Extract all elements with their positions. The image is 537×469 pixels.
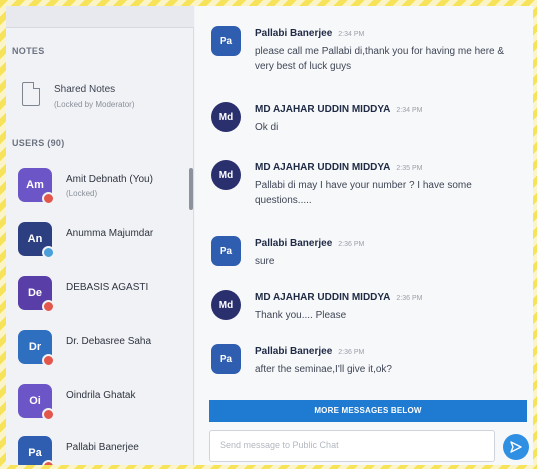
shared-notes-subtitle: (Locked by Moderator) xyxy=(54,100,135,109)
user-name: Pallabi Banerjee xyxy=(66,442,139,453)
status-icon xyxy=(42,300,55,313)
shared-notes-item[interactable]: Shared Notes (Locked by Moderator) xyxy=(18,78,188,118)
sender-name: MD AJAHAR UDDIN MIDDYA xyxy=(255,162,391,173)
notes-section-label: NOTES xyxy=(12,46,45,56)
chat-message-input[interactable] xyxy=(220,440,484,450)
sidebar-scrollbar[interactable] xyxy=(189,168,193,210)
avatar: Md xyxy=(211,102,241,132)
user-list-item[interactable]: An Anumma Majumdar xyxy=(18,218,190,266)
user-name: Anumma Majumdar xyxy=(66,228,154,239)
message-sender: Pallabi Banerjee 2:34 PM xyxy=(255,28,364,39)
avatar: Md xyxy=(211,290,241,320)
sender-name: Pallabi Banerjee xyxy=(255,28,333,39)
user-list-item[interactable]: Am Amit Debnath (You) (Locked) xyxy=(18,164,190,212)
user-name: Amit Debnath (You) xyxy=(66,174,153,185)
avatar: Pa xyxy=(211,236,241,266)
sidebar-top-bar xyxy=(6,6,194,28)
message-text: please call me Pallabi di,thank you for … xyxy=(255,46,505,72)
app-window: NOTES Shared Notes (Locked by Moderator)… xyxy=(6,6,533,465)
user-list-item[interactable]: De DEBASIS AGASTI xyxy=(18,272,190,320)
more-messages-button[interactable]: MORE MESSAGES BELOW xyxy=(209,400,527,422)
message-time: 2:35 PM xyxy=(396,165,423,172)
message-sender: Pallabi Banerjee 2:36 PM xyxy=(255,238,364,249)
sender-name: Pallabi Banerjee xyxy=(255,346,333,357)
user-name: Dr. Debasree Saha xyxy=(66,336,152,347)
send-icon xyxy=(510,441,522,453)
message-text: Pallabi di may I have your number ? I ha… xyxy=(255,180,472,206)
message-sender: MD AJAHAR UDDIN MIDDYA 2:36 PM xyxy=(255,292,422,303)
message-sender: MD AJAHAR UDDIN MIDDYA 2:35 PM xyxy=(255,162,422,173)
user-list-item[interactable]: Oi Oindrila Ghatak xyxy=(18,380,190,428)
send-button[interactable] xyxy=(503,434,529,460)
message-text: Ok di xyxy=(255,122,279,133)
status-icon xyxy=(42,246,55,259)
status-icon xyxy=(42,354,55,367)
notes-icon xyxy=(22,82,40,106)
message-time: 2:36 PM xyxy=(338,349,365,356)
user-name: Oindrila Ghatak xyxy=(66,390,136,401)
sender-name: Pallabi Banerjee xyxy=(255,238,333,249)
status-icon xyxy=(42,192,55,205)
message-time: 2:34 PM xyxy=(396,107,423,114)
message-text: Thank you.... Please xyxy=(255,310,347,321)
message-time: 2:34 PM xyxy=(338,31,365,38)
public-chat-panel: Pa Pallabi Banerjee 2:34 PM please call m… xyxy=(195,6,533,465)
sender-name: MD AJAHAR UDDIN MIDDYA xyxy=(255,292,391,303)
users-section-label: USERS (90) xyxy=(12,138,65,148)
avatar: Md xyxy=(211,160,241,190)
user-list-item[interactable]: Dr Dr. Debasree Saha xyxy=(18,326,190,374)
sender-name: MD AJAHAR UDDIN MIDDYA xyxy=(255,104,391,115)
avatar: Pa xyxy=(211,26,241,56)
user-status-text: (Locked) xyxy=(66,189,98,198)
user-list-item[interactable]: Pa Pallabi Banerjee xyxy=(18,432,190,465)
message-text: sure xyxy=(255,256,275,267)
message-time: 2:36 PM xyxy=(338,241,365,248)
message-sender: Pallabi Banerjee 2:36 PM xyxy=(255,346,364,357)
message-sender: MD AJAHAR UDDIN MIDDYA 2:34 PM xyxy=(255,104,422,115)
status-icon xyxy=(42,408,55,421)
message-composer[interactable] xyxy=(209,430,495,462)
sidebar: NOTES Shared Notes (Locked by Moderator)… xyxy=(6,6,194,465)
avatar: Pa xyxy=(211,344,241,374)
shared-notes-title: Shared Notes xyxy=(54,84,116,95)
status-icon xyxy=(42,460,55,465)
user-name: DEBASIS AGASTI xyxy=(66,282,149,293)
message-text: after the seminae,I'll give it,ok? xyxy=(255,364,392,375)
message-time: 2:36 PM xyxy=(396,295,423,302)
